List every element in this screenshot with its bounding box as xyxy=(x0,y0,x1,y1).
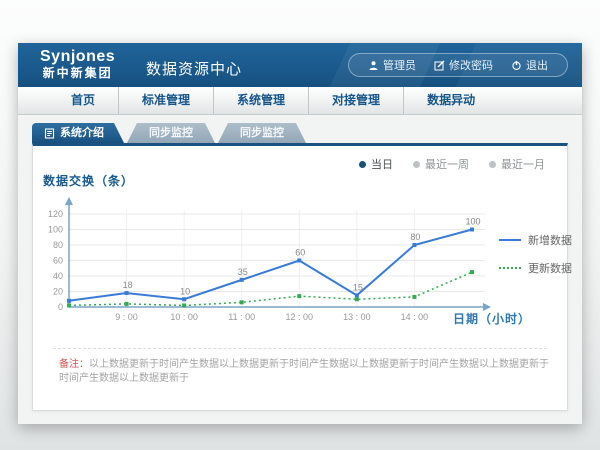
svg-text:100: 100 xyxy=(48,225,63,235)
power-icon xyxy=(511,60,522,71)
nav-item-1[interactable]: 首页 xyxy=(48,87,118,114)
tab-label: 同步监控 xyxy=(149,123,193,143)
note-text: 以上数据更新于时间产生数据以上数据更新于时间产生数据以上数据更新于时间产生数据以… xyxy=(59,359,549,384)
range-option-label: 当日 xyxy=(371,156,393,172)
radio-dot-icon xyxy=(359,161,366,168)
svg-text:80: 80 xyxy=(410,232,420,242)
tab-1-active[interactable]: 系统介绍 xyxy=(32,123,124,143)
svg-text:40: 40 xyxy=(53,271,63,281)
brand-logo: Synjones 新中新集团 xyxy=(40,48,115,80)
nav-item-5[interactable]: 数据异动 xyxy=(403,87,498,114)
range-option-3[interactable]: 最近一月 xyxy=(489,156,545,172)
user-action-edit[interactable]: 修改密码 xyxy=(425,57,502,73)
user-action-label: 管理员 xyxy=(383,57,416,73)
svg-text:80: 80 xyxy=(53,240,63,250)
tab-3[interactable]: 同步监控 xyxy=(218,123,306,143)
user-icon xyxy=(368,60,379,71)
svg-text:60: 60 xyxy=(53,256,63,266)
radio-dot-icon xyxy=(489,161,496,168)
content-area: 系统介绍 同步监控 同步监控 当日 最近一周 最近一月 数据交换（条） 0 20 40 60 8… xyxy=(18,115,582,424)
app-window: Synjones 新中新集团 数据资源中心 管理员修改密码退出 首页标准管理系统… xyxy=(18,43,582,424)
nav-item-4[interactable]: 对接管理 xyxy=(308,87,403,114)
tab-2[interactable]: 同步监控 xyxy=(127,123,215,143)
svg-text:0: 0 xyxy=(58,302,63,312)
legend-line-swatch xyxy=(499,267,521,269)
svg-text:10: 10 xyxy=(180,286,190,296)
svg-text:11 : 00: 11 : 00 xyxy=(228,312,255,322)
svg-text:10 : 00: 10 : 00 xyxy=(170,312,198,322)
svg-text:35: 35 xyxy=(238,267,248,277)
note-divider xyxy=(53,348,547,349)
radio-dot-icon xyxy=(413,161,420,168)
brand-name-cn: 新中新集团 xyxy=(40,67,115,80)
svg-text:14 : 00: 14 : 00 xyxy=(401,312,429,322)
svg-text:12 : 00: 12 : 00 xyxy=(286,312,314,322)
range-selector: 当日 最近一周 最近一月 xyxy=(359,156,545,172)
legend-item-2[interactable]: 更新数据 xyxy=(499,260,572,276)
page-title: 数据资源中心 xyxy=(146,58,242,79)
svg-text:9 : 00: 9 : 00 xyxy=(115,312,138,322)
app-header: Synjones 新中新集团 数据资源中心 管理员 修改密码 退出 xyxy=(18,43,582,87)
user-action-user[interactable]: 管理员 xyxy=(359,57,425,73)
user-actions-bar: 管理员 修改密码 退出 xyxy=(348,53,568,77)
document-icon xyxy=(44,128,55,139)
user-action-power[interactable]: 退出 xyxy=(502,57,557,73)
svg-text:15: 15 xyxy=(353,282,363,292)
range-option-label: 最近一周 xyxy=(425,156,469,172)
brand-name: Synjones xyxy=(40,48,115,66)
note-label: 备注： xyxy=(59,359,89,370)
tab-label: 同步监控 xyxy=(240,123,284,143)
legend-item-label: 新增数据 xyxy=(528,232,572,248)
svg-text:18: 18 xyxy=(123,280,133,290)
legend-line-swatch xyxy=(499,239,521,241)
svg-text:60: 60 xyxy=(295,248,305,258)
legend-item-1[interactable]: 新增数据 xyxy=(499,232,572,248)
range-option-1[interactable]: 当日 xyxy=(359,156,393,172)
svg-text:120: 120 xyxy=(48,209,63,219)
edit-icon xyxy=(434,60,445,71)
legend-item-label: 更新数据 xyxy=(528,260,572,276)
svg-text:13 : 00: 13 : 00 xyxy=(343,312,371,322)
line-chart: 0 20 40 60 80 100 120 9 : 00 10 : 00 11 : 00 12 : … xyxy=(39,192,519,328)
nav-item-2[interactable]: 标准管理 xyxy=(118,87,213,114)
chart-panel: 当日 最近一周 最近一月 数据交换（条） 0 20 40 60 80 100 120 9 : 00… xyxy=(32,143,568,411)
main-nav: 首页标准管理系统管理对接管理数据异动 xyxy=(18,87,582,115)
series-legend: 新增数据更新数据 xyxy=(499,232,572,276)
user-action-label: 修改密码 xyxy=(449,57,493,73)
user-action-label: 退出 xyxy=(526,57,548,73)
svg-text:100: 100 xyxy=(465,217,480,227)
svg-text:20: 20 xyxy=(53,287,63,297)
nav-item-3[interactable]: 系统管理 xyxy=(213,87,308,114)
footer-note: 备注：以上数据更新于时间产生数据以上数据更新于时间产生数据以上数据更新于时间产生… xyxy=(59,358,551,386)
y-axis-title: 数据交换（条） xyxy=(43,172,134,189)
x-axis-title: 日期（小时） xyxy=(453,310,531,327)
range-option-2[interactable]: 最近一周 xyxy=(413,156,469,172)
tab-bar: 系统介绍 同步监控 同步监控 xyxy=(32,123,306,143)
range-option-label: 最近一月 xyxy=(501,156,545,172)
tab-label: 系统介绍 xyxy=(60,123,104,143)
